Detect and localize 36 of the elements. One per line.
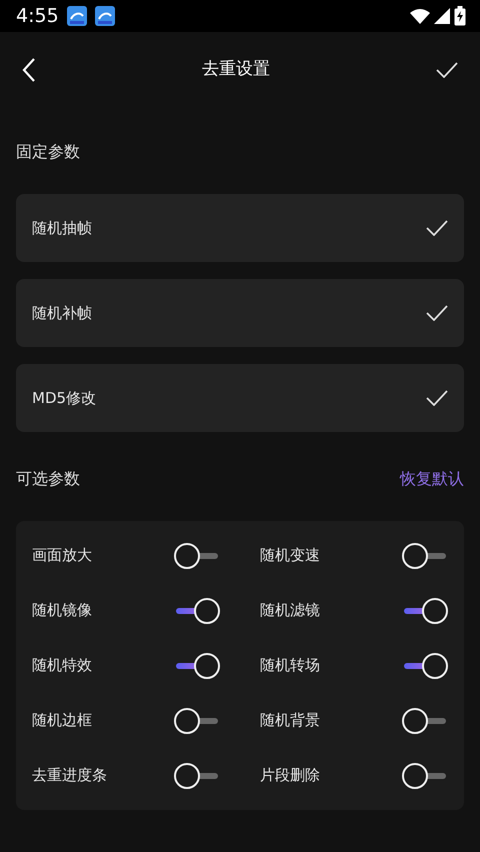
toggle-switch[interactable] <box>402 762 448 788</box>
option-label: 片段删除 <box>260 765 320 786</box>
toggle-switch[interactable] <box>174 652 220 678</box>
option-label: 随机背景 <box>260 710 320 732</box>
option-label: MD5修改 <box>32 388 96 409</box>
reset-link[interactable]: 恢复默认 <box>400 467 464 491</box>
toggle-switch[interactable] <box>402 542 448 568</box>
option-label: 随机镜像 <box>32 600 92 622</box>
option-label: 随机抽帧 <box>32 218 92 239</box>
toggle-switch[interactable] <box>174 708 220 734</box>
battery-icon <box>454 6 466 26</box>
option-label: 随机边框 <box>32 710 92 732</box>
option-label: 随机变速 <box>260 545 320 566</box>
option-label: 随机滤镜 <box>260 600 320 622</box>
option-card[interactable]: MD5修改 <box>16 364 464 432</box>
option-card[interactable]: 随机补帧 <box>16 279 464 347</box>
toggle-switch[interactable] <box>402 652 448 678</box>
section-title: 可选参数 <box>16 468 80 490</box>
toggle-switch[interactable] <box>174 762 220 788</box>
signal-icon <box>434 8 450 24</box>
option-label: 随机转场 <box>260 655 320 676</box>
option-label: 画面放大 <box>32 545 92 566</box>
section-title: 固定参数 <box>15 141 81 163</box>
toggle-switch[interactable] <box>174 598 220 624</box>
toggle-switch[interactable] <box>174 542 220 568</box>
option-label: 随机补帧 <box>32 302 92 324</box>
wifi-icon <box>410 8 430 24</box>
app-icon <box>66 6 87 26</box>
option-label: 去重进度条 <box>32 765 107 786</box>
option-label: 随机特效 <box>32 655 92 676</box>
toggle-switch[interactable] <box>402 598 448 624</box>
option-card[interactable]: 随机抽帧 <box>16 194 464 262</box>
clock-time: 4:55 <box>16 4 59 29</box>
toggle-switch[interactable] <box>402 708 448 734</box>
app-icon <box>94 6 115 26</box>
page-title: 去重设置 <box>202 58 270 82</box>
